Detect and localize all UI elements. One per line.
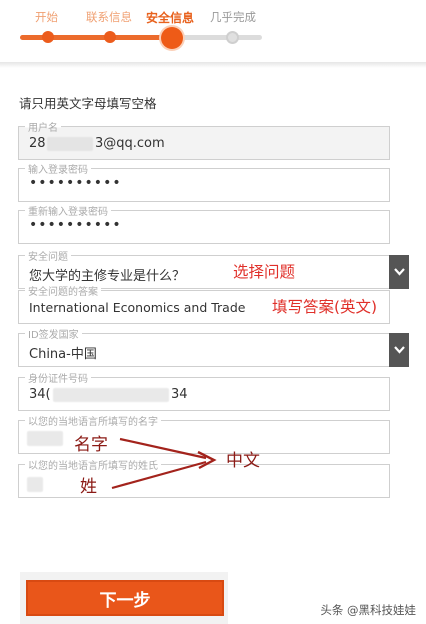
username-value-suffix: 3@qq.com bbox=[95, 136, 165, 151]
password-label: 输入登录密码 bbox=[25, 161, 91, 176]
progress-track-remaining bbox=[172, 35, 262, 40]
watermark: 头条 @黑科技娃娃 bbox=[320, 603, 416, 617]
id-number-suffix: 34 bbox=[171, 387, 188, 402]
chevron-down-icon[interactable] bbox=[389, 255, 409, 289]
id-number-input[interactable]: 身份证件号码 34( 34 bbox=[18, 370, 390, 411]
step-security-info: 安全信息 bbox=[146, 11, 195, 25]
first-name-redaction bbox=[27, 431, 63, 446]
local-last-name-input[interactable]: 以您的当地语言所填写的姓氏 bbox=[18, 457, 390, 498]
id-country-value: China-中国 bbox=[29, 347, 97, 362]
password-confirm-input[interactable]: 重新输入登录密码 •••••••••• bbox=[18, 203, 390, 244]
password-value: •••••••••• bbox=[29, 175, 122, 191]
security-answer-label: 安全问题的答案 bbox=[25, 283, 101, 298]
annotation-chinese: 中文 bbox=[226, 451, 260, 471]
next-step-button[interactable]: 下一步 bbox=[26, 580, 224, 616]
username-redaction bbox=[47, 137, 93, 151]
id-country-label: ID签发国家 bbox=[25, 326, 82, 341]
annotation-fill-answer: 填写答案(英文) bbox=[272, 298, 378, 316]
username-field: 用户名 28 3@qq.com bbox=[18, 119, 390, 160]
step-dot-current bbox=[161, 27, 183, 49]
password-confirm-value: •••••••••• bbox=[29, 217, 122, 233]
id-country-select[interactable]: ID签发国家 China-中国 bbox=[18, 326, 409, 367]
step-almost-done: 几乎完成 bbox=[210, 10, 256, 24]
annotation-choose-question: 选择问题 bbox=[233, 263, 296, 281]
id-number-label: 身份证件号码 bbox=[25, 370, 91, 385]
step-start: 开始 bbox=[35, 10, 58, 24]
step-dot-start bbox=[42, 31, 54, 43]
username-value-prefix: 28 bbox=[29, 136, 46, 151]
form-instruction: 请只用英文字母填写空格 bbox=[19, 96, 157, 111]
last-name-redaction bbox=[27, 477, 43, 492]
password-confirm-label: 重新输入登录密码 bbox=[25, 203, 111, 218]
step-dot-todo bbox=[226, 31, 239, 44]
security-question-value: 您大学的主修专业是什么？ bbox=[29, 269, 186, 284]
local-first-name-label: 以您的当地语言所填写的名字 bbox=[25, 413, 161, 428]
annotation-first-name: 名字 bbox=[74, 435, 108, 455]
id-number-redaction bbox=[53, 388, 169, 402]
security-question-label: 安全问题 bbox=[25, 248, 71, 263]
security-answer-value: International Economics and Trade bbox=[29, 300, 246, 315]
local-last-name-label: 以您的当地语言所填写的姓氏 bbox=[25, 457, 161, 472]
annotation-last-name: 姓 bbox=[80, 477, 97, 497]
id-number-prefix: 34( bbox=[29, 387, 51, 402]
step-contact-info: 联系信息 bbox=[86, 10, 132, 24]
step-progress: 开始 联系信息 安全信息 几乎完成 bbox=[0, 0, 426, 64]
username-label: 用户名 bbox=[25, 119, 61, 134]
chevron-down-icon[interactable] bbox=[389, 333, 409, 367]
password-input[interactable]: 输入登录密码 •••••••••• bbox=[18, 161, 390, 202]
step-dot-contact bbox=[104, 31, 116, 43]
